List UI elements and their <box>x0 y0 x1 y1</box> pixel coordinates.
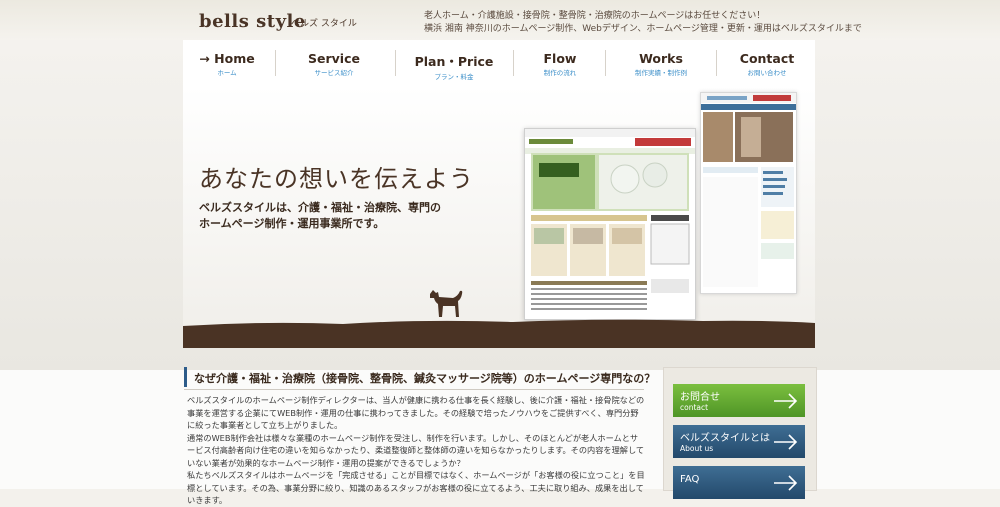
arrow-right-icon <box>774 475 798 491</box>
site-logo-kana: ベルズ スタイル <box>291 19 357 29</box>
nav-contact-sub: お問い合わせ <box>747 69 787 77</box>
section-body: ベルズスタイルのホームページ制作ディレクターは、当人が健康に携わる仕事を長く経験… <box>187 394 645 507</box>
nav-service[interactable]: Service サービス紹介 <box>279 40 389 86</box>
nav-home-sub: ホーム <box>217 69 237 77</box>
dog-silhouette-icon <box>430 290 463 317</box>
nav-divider <box>605 50 606 76</box>
tagline-line-2: 横浜 湘南 神奈川のホームページ制作、Webデザイン、ホームページ管理・更新・運… <box>424 24 862 34</box>
nav-home[interactable]: → Home ホーム <box>183 40 271 86</box>
arrow-right-icon: → <box>199 51 210 66</box>
body-paragraph: 私たちベルズスタイルはホームページを「完成させる」ことが目標ではなく、ホームペー… <box>187 470 645 505</box>
hero-subline-1: ベルズスタイルは、介護・福祉・治療院、専門の <box>199 201 441 214</box>
nav-flow-label: Flow <box>543 51 577 66</box>
arrow-right-icon <box>774 393 798 409</box>
arrow-right-icon <box>774 434 798 450</box>
sample-site-screenshot-front <box>524 128 696 320</box>
nav-works[interactable]: Works 制作実績・制作例 <box>609 40 713 86</box>
section-heading: なぜ介護・福祉・治療院（接骨院、整骨院、鍼灸マッサージ院等）のホームページ専門な… <box>184 367 655 387</box>
nav-service-label: Service <box>308 51 360 66</box>
nav-plan-price-label: Plan・Price <box>414 54 494 69</box>
global-nav: → Home ホーム Service サービス紹介 Plan・Price プラン… <box>183 40 815 86</box>
faq-button[interactable]: FAQ <box>673 466 805 499</box>
contact-button[interactable]: お問合せ contact <box>673 384 805 417</box>
hero-headline: あなたの想いを伝えよう <box>199 165 474 193</box>
nav-flow-sub: 制作の流れ <box>543 69 577 77</box>
nav-divider <box>716 50 717 76</box>
nav-home-label: → Home <box>199 51 255 66</box>
faq-button-label: FAQ <box>680 474 700 485</box>
header-tagline: 老人ホーム・介護施設・接骨院・整骨院・治療院のホームページはお任せください！ 横… <box>424 10 862 36</box>
nav-works-sub: 制作実績・制作例 <box>635 69 687 77</box>
sample-site-graphic <box>525 129 695 310</box>
sample-site-screenshot-back <box>700 92 797 294</box>
body-paragraph: 通常のWEB制作会社は様々な業種のホームページ制作を受注し、制作を行います。しか… <box>187 432 645 468</box>
nav-contact-label: Contact <box>739 51 795 66</box>
nav-plan-price[interactable]: Plan・Price プラン・料金 <box>399 40 509 86</box>
nav-works-label: Works <box>639 51 683 66</box>
nav-flow[interactable]: Flow 制作の流れ <box>517 40 603 86</box>
section-heading-text: なぜ介護・福祉・治療院（接骨院、整骨院、鍼灸マッサージ院等）のホームページ専門な… <box>194 372 656 385</box>
nav-divider <box>395 50 396 76</box>
nav-service-sub: サービス紹介 <box>314 69 354 77</box>
hero-ground-graphic <box>183 319 815 348</box>
about-us-button[interactable]: ベルズスタイルとは About us <box>673 425 805 458</box>
nav-divider <box>275 50 276 76</box>
about-us-button-label: ベルズスタイルとは <box>680 433 770 444</box>
section-divider <box>184 389 644 390</box>
contact-button-sub: contact <box>680 403 709 412</box>
nav-contact[interactable]: Contact お問い合わせ <box>721 40 813 86</box>
contact-button-label: お問合せ <box>680 392 720 403</box>
nav-divider <box>513 50 514 76</box>
body-paragraph: ベルズスタイルのホームページ制作ディレクターは、当人が健康に携わる仕事を長く経験… <box>187 395 645 430</box>
about-us-button-sub: About us <box>680 444 714 453</box>
tagline-line-1: 老人ホーム・介護施設・接骨院・整骨院・治療院のホームページはお任せください！ <box>424 11 766 21</box>
site-logo[interactable]: bells style <box>199 11 306 32</box>
nav-plan-price-sub: プラン・料金 <box>434 73 474 81</box>
hero-subline-2: ホームページ制作・運用事業所です。 <box>199 217 385 230</box>
sample-site-graphic <box>701 93 796 287</box>
